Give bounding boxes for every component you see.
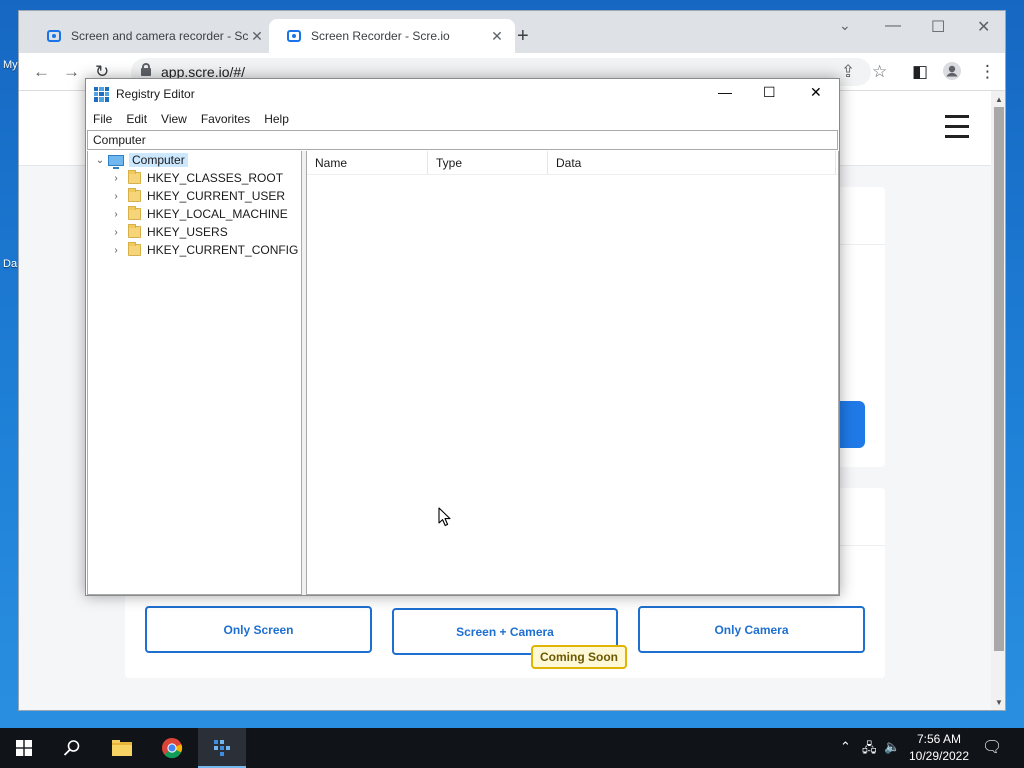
values-list[interactable]: Name Type Data bbox=[306, 151, 839, 595]
tree-node-hkey-users[interactable]: › HKEY_USERS bbox=[110, 223, 228, 241]
maximize-button[interactable]: ☐ bbox=[931, 17, 945, 37]
regedit-title-bar[interactable]: Registry Editor — ☐ ✕ bbox=[86, 79, 839, 109]
scroll-down-icon[interactable]: ▼ bbox=[995, 698, 1003, 707]
show-hidden-icons-chevron-icon[interactable]: ⌃ bbox=[840, 739, 851, 755]
desktop-icon-label[interactable]: My bbox=[3, 59, 18, 71]
tree-node-label: Computer bbox=[129, 153, 188, 167]
chrome-icon bbox=[162, 738, 183, 759]
folder-icon bbox=[128, 206, 141, 220]
close-button[interactable]: ✕ bbox=[977, 17, 990, 37]
close-tab-icon[interactable]: ✕ bbox=[249, 28, 265, 45]
taskbar: ⌃ 🖧 🔈 7:56 AM 10/29/2022 🗨 bbox=[0, 728, 1024, 768]
column-header-name[interactable]: Name bbox=[307, 151, 428, 174]
chevron-down-icon[interactable]: ⌄ bbox=[94, 155, 106, 166]
new-tab-button[interactable]: + bbox=[517, 25, 529, 48]
menu-file[interactable]: File bbox=[93, 112, 112, 126]
tree-node-label: HKEY_CURRENT_USER bbox=[147, 189, 286, 203]
folder-icon bbox=[128, 188, 141, 202]
tab-title: Screen and camera recorder - Scre.io bbox=[71, 29, 249, 43]
tab-screen-and-camera-recorder[interactable]: Screen and camera recorder - Scre.io ✕ bbox=[29, 19, 275, 53]
clock-time: 7:56 AM bbox=[916, 732, 962, 746]
folder-icon bbox=[128, 170, 141, 184]
tree-node-label: HKEY_CURRENT_CONFIG bbox=[147, 243, 299, 257]
tree-node-computer[interactable]: ⌄ Computer bbox=[94, 151, 188, 169]
chevron-right-icon[interactable]: › bbox=[110, 173, 122, 184]
profile-avatar-icon[interactable] bbox=[943, 62, 961, 85]
menu-view[interactable]: View bbox=[161, 112, 187, 126]
regedit-close-button[interactable]: ✕ bbox=[810, 84, 822, 101]
chrome-taskbar-button[interactable] bbox=[148, 728, 196, 768]
folder-icon bbox=[128, 224, 141, 238]
start-recording-button[interactable] bbox=[839, 401, 865, 448]
chevron-right-icon[interactable]: › bbox=[110, 245, 122, 256]
tab-search-icon[interactable]: ⌄ bbox=[839, 17, 851, 34]
regedit-address-bar[interactable]: Computer bbox=[87, 130, 838, 150]
scroll-thumb[interactable] bbox=[994, 107, 1004, 651]
chevron-right-icon[interactable]: › bbox=[110, 227, 122, 238]
lock-icon[interactable] bbox=[141, 63, 151, 76]
forward-icon[interactable]: → bbox=[63, 62, 80, 82]
tree-node-hkey-classes-root[interactable]: › HKEY_CLASSES_ROOT bbox=[110, 169, 283, 187]
back-icon[interactable]: ← bbox=[33, 62, 50, 82]
tree-node-label: HKEY_USERS bbox=[147, 225, 228, 239]
tab-screen-recorder[interactable]: Screen Recorder - Scre.io ✕ bbox=[269, 19, 515, 53]
values-list-header: Name Type Data bbox=[307, 151, 838, 175]
scroll-up-icon[interactable]: ▲ bbox=[995, 95, 1003, 104]
registry-editor-taskbar-button[interactable] bbox=[198, 728, 246, 768]
page-scrollbar[interactable]: ▲ ▼ bbox=[991, 91, 1005, 710]
bookmark-star-icon[interactable]: ☆ bbox=[872, 62, 887, 82]
recorder-favicon-icon bbox=[47, 30, 61, 42]
regedit-maximize-button[interactable]: ☐ bbox=[763, 84, 776, 101]
desktop-icon-label[interactable]: Da bbox=[3, 258, 17, 270]
coming-soon-badge: Coming Soon bbox=[531, 645, 627, 669]
tree-node-label: HKEY_CLASSES_ROOT bbox=[147, 171, 284, 185]
menu-help[interactable]: Help bbox=[264, 112, 289, 126]
column-header-data[interactable]: Data bbox=[548, 151, 836, 174]
start-button[interactable] bbox=[0, 728, 48, 768]
only-camera-button[interactable]: Only Camera bbox=[638, 606, 865, 653]
minimize-button[interactable]: — bbox=[885, 17, 901, 35]
volume-icon[interactable]: 🔈 bbox=[884, 739, 900, 755]
regedit-minimize-button[interactable]: — bbox=[718, 84, 732, 100]
chevron-right-icon[interactable]: › bbox=[110, 209, 122, 220]
registry-editor-window: Registry Editor — ☐ ✕ File Edit View Fav… bbox=[85, 78, 840, 596]
notifications-icon[interactable]: 🗨 bbox=[982, 737, 1002, 757]
tree-node-hkey-local-machine[interactable]: › HKEY_LOCAL_MACHINE bbox=[110, 205, 288, 223]
menu-kebab-icon[interactable]: ⋮ bbox=[979, 62, 996, 82]
file-explorer-icon bbox=[112, 740, 132, 756]
regedit-app-icon bbox=[214, 740, 230, 756]
recorder-favicon-icon bbox=[287, 30, 301, 42]
tree-node-hkey-current-config[interactable]: › HKEY_CURRENT_CONFIG bbox=[110, 241, 298, 259]
search-button[interactable] bbox=[48, 728, 96, 768]
mouse-cursor-icon bbox=[438, 507, 451, 527]
share-icon[interactable]: ⇪ bbox=[841, 62, 855, 82]
network-icon[interactable]: 🖧 bbox=[862, 739, 877, 761]
menu-favorites[interactable]: Favorites bbox=[201, 112, 250, 126]
tab-title: Screen Recorder - Scre.io bbox=[311, 29, 450, 43]
regedit-title: Registry Editor bbox=[116, 87, 195, 101]
column-header-type[interactable]: Type bbox=[428, 151, 548, 174]
only-screen-button[interactable]: Only Screen bbox=[145, 606, 372, 653]
hamburger-menu-icon[interactable] bbox=[945, 115, 969, 138]
chevron-right-icon[interactable]: › bbox=[110, 191, 122, 202]
windows-logo-icon bbox=[16, 740, 32, 756]
side-panel-icon[interactable]: ◧ bbox=[912, 62, 928, 82]
registry-tree: ⌄ Computer › HKEY_CLASSES_ROOT › HKEY_CU… bbox=[87, 151, 302, 595]
regedit-app-icon bbox=[94, 86, 109, 102]
computer-icon bbox=[108, 154, 124, 169]
menu-edit[interactable]: Edit bbox=[126, 112, 147, 126]
file-explorer-button[interactable] bbox=[98, 728, 146, 768]
regedit-menu-bar: File Edit View Favorites Help bbox=[86, 109, 839, 129]
close-tab-icon[interactable]: ✕ bbox=[489, 28, 505, 45]
tab-strip: Screen and camera recorder - Scre.io ✕ S… bbox=[19, 11, 1005, 53]
tree-node-label: HKEY_LOCAL_MACHINE bbox=[147, 207, 288, 221]
tree-node-hkey-current-user[interactable]: › HKEY_CURRENT_USER bbox=[110, 187, 285, 205]
taskbar-clock[interactable]: 7:56 AM 10/29/2022 bbox=[904, 731, 974, 765]
search-icon bbox=[63, 740, 80, 756]
folder-icon bbox=[128, 242, 141, 256]
clock-date: 10/29/2022 bbox=[908, 749, 970, 763]
